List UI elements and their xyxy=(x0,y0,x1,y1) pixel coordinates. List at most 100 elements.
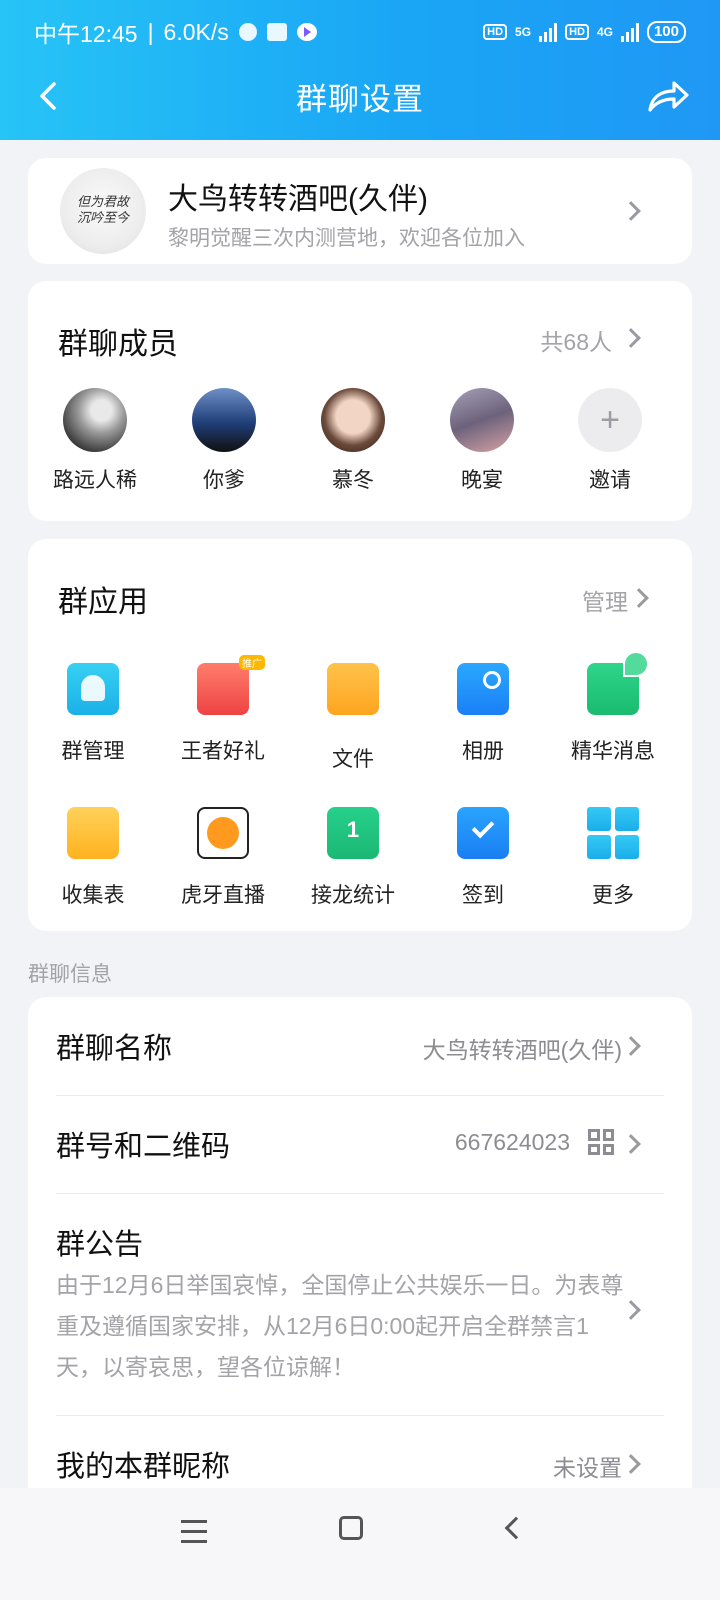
back-button[interactable] xyxy=(34,80,66,112)
signal-icon-2 xyxy=(620,22,639,42)
header: 中午12:45 | 6.0K/s HD 5G HD 4G 100 群聊设置 xyxy=(0,0,720,140)
app-collection-form[interactable]: 收集表 xyxy=(28,807,158,909)
invite-member-button[interactable]: + 邀请 xyxy=(555,388,665,494)
app-honor-gift[interactable]: 王者好礼 xyxy=(158,655,288,765)
member-item[interactable]: 路远人稀 xyxy=(40,388,150,494)
members-count[interactable]: 共68人 xyxy=(540,323,612,357)
app-files[interactable]: 文件 xyxy=(288,663,418,773)
app-check-in[interactable]: 签到 xyxy=(418,807,548,909)
invite-label: 邀请 xyxy=(589,469,631,492)
member-name: 你爹 xyxy=(203,469,245,492)
status-speed: 6.0K/s xyxy=(163,18,229,45)
menu-icon[interactable] xyxy=(181,1520,207,1550)
app-more[interactable]: 更多 xyxy=(548,807,678,909)
album-icon xyxy=(457,663,509,715)
system-nav-bar xyxy=(0,1488,720,1600)
group-avatar-calligraphy: 但为君故 沉吟至今 xyxy=(76,195,129,226)
members-card: 群聊成员 共68人 路远人稀 你爹 慕冬 晚宴 + 邀请 xyxy=(28,281,692,521)
app-label: 群管理 xyxy=(61,740,125,763)
member-avatar xyxy=(192,388,256,452)
row-value: 未设置 xyxy=(553,1455,622,1481)
relay-stats-icon: 1 xyxy=(327,807,379,859)
app-notification-icon xyxy=(238,23,257,41)
qr-code-icon xyxy=(588,1129,614,1155)
chevron-right-icon xyxy=(621,201,641,221)
row-title: 群号和二维码 xyxy=(56,1131,231,1163)
info-section-label: 群聊信息 xyxy=(28,963,112,986)
app-label: 接龙统计 xyxy=(311,884,395,907)
status-time: 中午12:45 xyxy=(34,21,138,47)
app-essence-messages[interactable]: 精华消息 xyxy=(548,651,678,765)
home-icon[interactable] xyxy=(339,1516,363,1540)
chevron-right-icon[interactable] xyxy=(621,328,641,348)
app-label: 王者好礼 xyxy=(181,740,265,763)
member-avatar xyxy=(450,388,514,452)
status-left: 中午12:45 | 6.0K/s xyxy=(34,15,317,49)
hd-badge-2: HD xyxy=(565,24,589,40)
group-notice-row[interactable]: 群公告 由于12月6日举国哀悼，全国停止公共娱乐一日。为表尊重及遵循国家安排，从… xyxy=(28,1193,692,1415)
video-notification-icon xyxy=(296,23,317,41)
group-name: 大鸟转转酒吧(久伴) xyxy=(168,183,428,216)
app-label: 收集表 xyxy=(61,884,125,907)
group-name-row[interactable]: 群聊名称 大鸟转转酒吧(久伴) xyxy=(28,997,692,1095)
status-bar: 中午12:45 | 6.0K/s HD 5G HD 4G 100 xyxy=(0,0,720,64)
row-title: 群公告 xyxy=(56,1229,144,1261)
row-title: 我的本群昵称 xyxy=(56,1451,231,1483)
nav-bar: 群聊设置 xyxy=(0,64,720,128)
essence-message-icon xyxy=(587,651,649,715)
member-name: 慕冬 xyxy=(332,469,374,492)
member-avatar xyxy=(321,388,385,452)
member-name: 晚宴 xyxy=(461,469,503,492)
member-avatar xyxy=(63,388,127,452)
chevron-right-icon xyxy=(621,1036,641,1056)
member-name: 路远人稀 xyxy=(53,469,137,492)
app-huya-live[interactable]: 虎牙直播 xyxy=(158,807,288,909)
group-id-value: 667624023 xyxy=(454,1129,570,1155)
status-right: HD 5G HD 4G 100 xyxy=(483,21,686,43)
network-type-1: 5G xyxy=(515,25,532,39)
app-label: 更多 xyxy=(592,884,634,907)
group-description: 黎明觉醒三次内测营地，欢迎各位加入 xyxy=(168,227,525,250)
app-label: 文件 xyxy=(332,748,374,771)
app-group-admin[interactable]: 群管理 xyxy=(28,663,158,765)
row-title: 群聊名称 xyxy=(56,1033,173,1065)
clipboard-icon xyxy=(67,807,119,859)
huya-live-icon xyxy=(197,807,249,859)
group-profile-card[interactable]: 但为君故 沉吟至今 大鸟转转酒吧(久伴) 黎明觉醒三次内测营地，欢迎各位加入 xyxy=(28,158,692,264)
app-label: 虎牙直播 xyxy=(181,884,265,907)
notice-text: 由于12月6日举国哀悼，全国停止公共娱乐一日。为表尊重及遵循国家安排，从12月6… xyxy=(56,1272,624,1380)
chevron-right-icon xyxy=(621,1134,641,1154)
grid-icon xyxy=(587,807,639,859)
member-item[interactable]: 晚宴 xyxy=(427,388,537,494)
chevron-right-icon[interactable] xyxy=(629,588,649,608)
app-relay-stats[interactable]: 1 接龙统计 xyxy=(288,807,418,909)
app-album[interactable]: 相册 xyxy=(418,663,548,765)
page-title: 群聊设置 xyxy=(296,81,424,117)
chevron-right-icon xyxy=(621,1454,641,1474)
status-separator: | xyxy=(147,18,154,45)
plus-icon: + xyxy=(578,388,642,452)
app-label: 签到 xyxy=(462,884,504,907)
hd-badge-1: HD xyxy=(483,24,508,40)
group-admin-icon xyxy=(67,663,119,715)
members-title: 群聊成员 xyxy=(58,328,178,361)
apps-title: 群应用 xyxy=(58,586,148,619)
apps-manage-link[interactable]: 管理 xyxy=(582,583,628,617)
message-notification-icon xyxy=(266,23,287,41)
folder-icon xyxy=(327,663,379,715)
gift-icon xyxy=(197,655,265,715)
member-item[interactable]: 慕冬 xyxy=(298,388,408,494)
share-button[interactable] xyxy=(646,78,690,114)
network-type-2: 4G xyxy=(596,25,613,39)
app-label: 精华消息 xyxy=(571,740,655,763)
back-icon[interactable] xyxy=(504,1516,528,1540)
signal-icon-1 xyxy=(539,22,558,42)
battery-icon: 100 xyxy=(646,21,686,43)
member-item[interactable]: 你爹 xyxy=(169,388,279,494)
group-id-qr-row[interactable]: 群号和二维码 667624023 xyxy=(28,1095,692,1193)
group-apps-card: 群应用 管理 群管理 王者好礼 文件 相册 精华消息 收集表 虎牙直播 1 接龙… xyxy=(28,539,692,931)
app-label: 相册 xyxy=(462,740,504,763)
calendar-check-icon xyxy=(457,807,509,859)
row-value: 大鸟转转酒吧(久伴) xyxy=(422,1037,622,1063)
group-avatar: 但为君故 沉吟至今 xyxy=(60,168,146,254)
